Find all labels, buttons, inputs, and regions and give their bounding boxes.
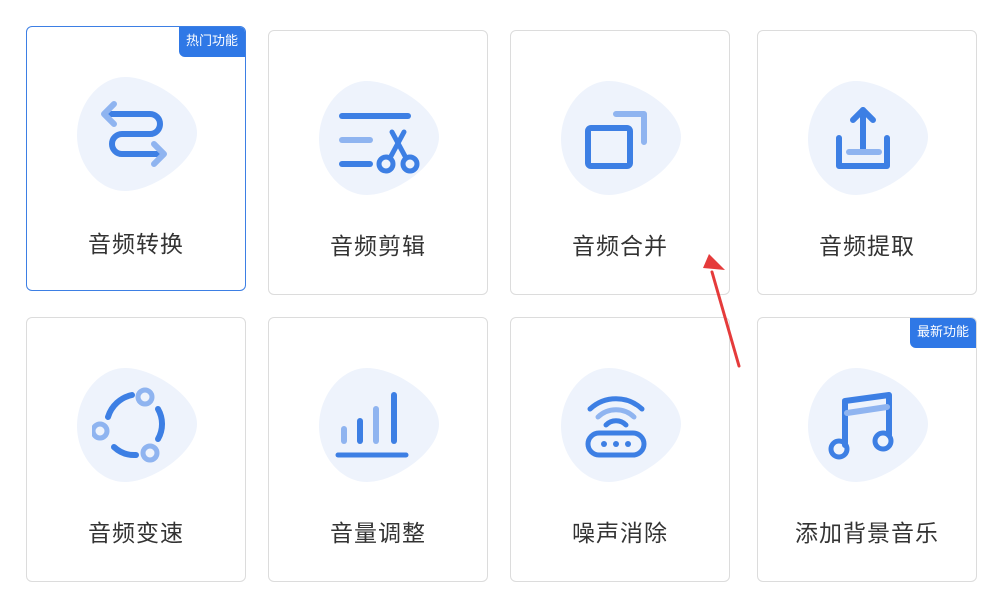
card-label: 音频提取 (819, 234, 915, 260)
card-audio-convert[interactable]: 音频转换 热门功能 (26, 26, 246, 291)
card-add-background-music[interactable]: 添加背景音乐 最新功能 (757, 317, 977, 582)
card-label: 添加背景音乐 (795, 521, 939, 547)
volume-bars-icon (335, 392, 409, 458)
card-audio-speed[interactable]: 音频变速 (26, 317, 246, 582)
convert-arrows-icon (101, 101, 167, 167)
card-label: 音频转换 (88, 232, 184, 258)
card-label: 音频剪辑 (330, 234, 426, 260)
card-audio-clip[interactable]: 音频剪辑 (268, 30, 488, 295)
card-label: 音频变速 (88, 521, 184, 547)
music-note-icon (828, 392, 894, 460)
card-label: 音量调整 (330, 521, 426, 547)
merge-squares-icon (585, 111, 647, 169)
card-audio-merge[interactable]: 音频合并 (510, 30, 730, 295)
card-volume-adjust[interactable]: 音量调整 (268, 317, 488, 582)
card-audio-extract[interactable]: 音频提取 (757, 30, 977, 295)
new-feature-badge: 最新功能 (909, 318, 976, 348)
noise-wave-icon (585, 396, 647, 458)
speed-circle-icon (92, 387, 165, 463)
card-label: 噪声消除 (572, 521, 668, 547)
hot-feature-badge: 热门功能 (178, 27, 245, 57)
upload-tray-icon (836, 107, 890, 169)
card-noise-removal[interactable]: 噪声消除 (510, 317, 730, 582)
scissors-icon (339, 113, 420, 174)
card-label: 音频合并 (572, 234, 668, 260)
